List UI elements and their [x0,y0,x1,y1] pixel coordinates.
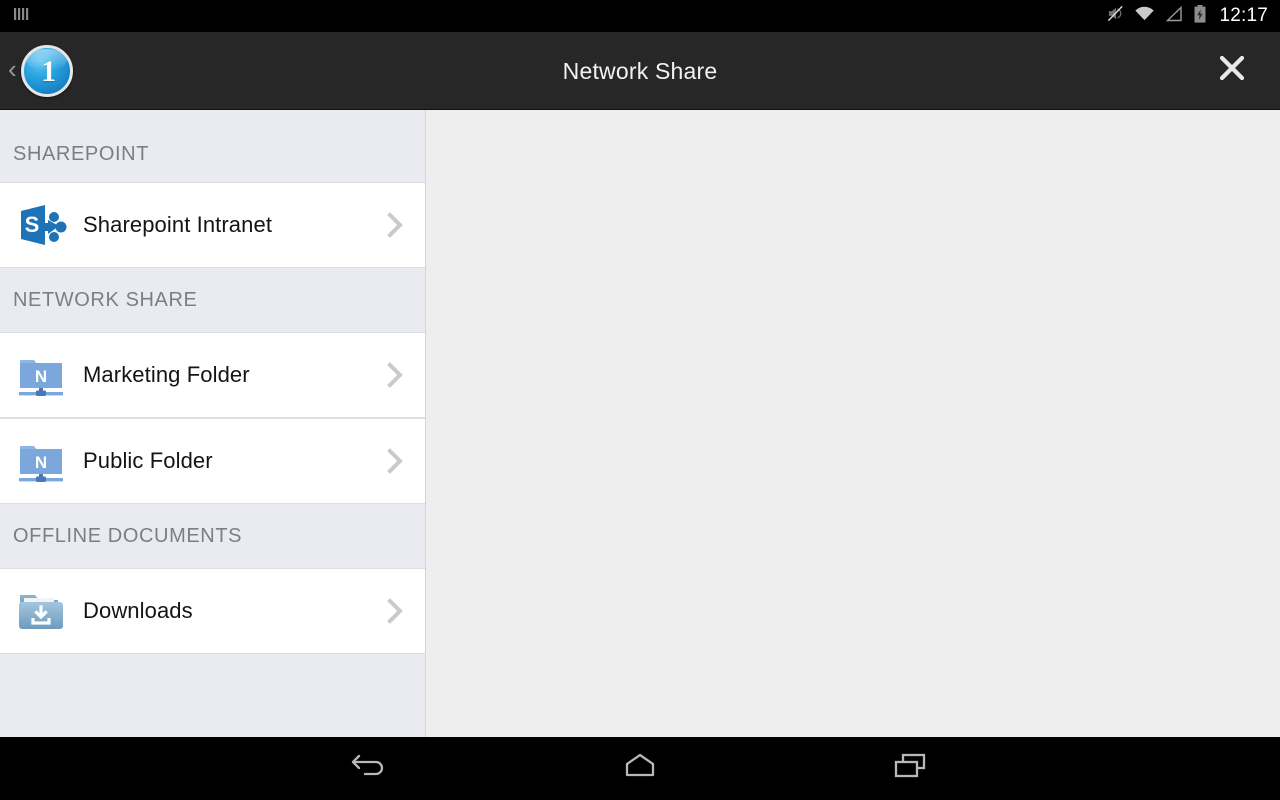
source-list-panel: SHAREPOINT S Sharepoint Intranet NETWORK… [0,110,426,737]
svg-text:N: N [35,453,47,472]
chevron-right-icon [385,209,405,241]
back-icon [350,749,390,788]
list-item-downloads[interactable]: Downloads [0,568,425,654]
android-navigation-bar [0,737,1280,800]
app-logo-glyph: 1 [41,54,57,88]
network-folder-icon: N [14,348,68,402]
nav-recents-button[interactable] [865,743,955,795]
sharepoint-icon: S [14,198,68,252]
list-item-label: Public Folder [83,448,213,473]
chevron-right-icon [385,359,405,391]
status-clock: 12:17 [1219,5,1268,26]
svg-text:S: S [25,212,40,237]
list-item-label: Sharepoint Intranet [83,212,273,237]
home-icon [620,749,660,788]
panel-empty-space [0,654,425,737]
back-chevron-icon[interactable]: ‹ [4,56,19,86]
action-bar: ‹ 1 Network Share [0,32,1280,110]
network-folder-icon: N [14,434,68,488]
chevron-right-icon [385,445,405,477]
list-item-public-folder[interactable]: N Public Folder [0,418,425,504]
section-header-sharepoint: SHAREPOINT [0,110,425,182]
chevron-right-icon [385,595,405,627]
list-item-marketing-folder[interactable]: N Marketing Folder [0,332,425,418]
section-header-network-share: NETWORK SHARE [0,268,425,332]
list-item-sharepoint-intranet[interactable]: S Sharepoint Intranet [0,182,425,268]
content-area: SHAREPOINT S Sharepoint Intranet NETWORK… [0,110,1280,737]
nav-back-button[interactable] [325,743,415,795]
recents-icon [890,749,930,788]
battery-charging-icon [1193,4,1207,29]
app-logo-icon[interactable]: 1 [20,44,73,97]
cell-signal-icon [1164,5,1184,28]
status-bar-left [0,5,30,28]
page-title: Network Share [562,57,718,84]
svg-text:N: N [35,367,47,386]
android-screen: 12:17 ‹ 1 Network Share SHAREPOINT S Sha… [0,0,1280,800]
nav-home-button[interactable] [595,743,685,795]
volume-mute-icon [1106,4,1125,28]
close-button[interactable] [1211,50,1253,92]
close-icon [1217,53,1247,88]
list-item-label: Marketing Folder [83,362,250,387]
list-item-label: Downloads [83,598,193,623]
action-bar-left: ‹ 1 [0,32,73,109]
status-bar: 12:17 [0,0,1280,32]
section-header-offline-documents: OFFLINE DOCUMENTS [0,504,425,568]
status-bar-right: 12:17 [1106,4,1280,29]
detail-pane-empty [427,110,1280,737]
sim-signal-bars-icon [12,5,30,28]
wifi-icon [1134,5,1155,28]
downloads-folder-icon [14,584,68,638]
